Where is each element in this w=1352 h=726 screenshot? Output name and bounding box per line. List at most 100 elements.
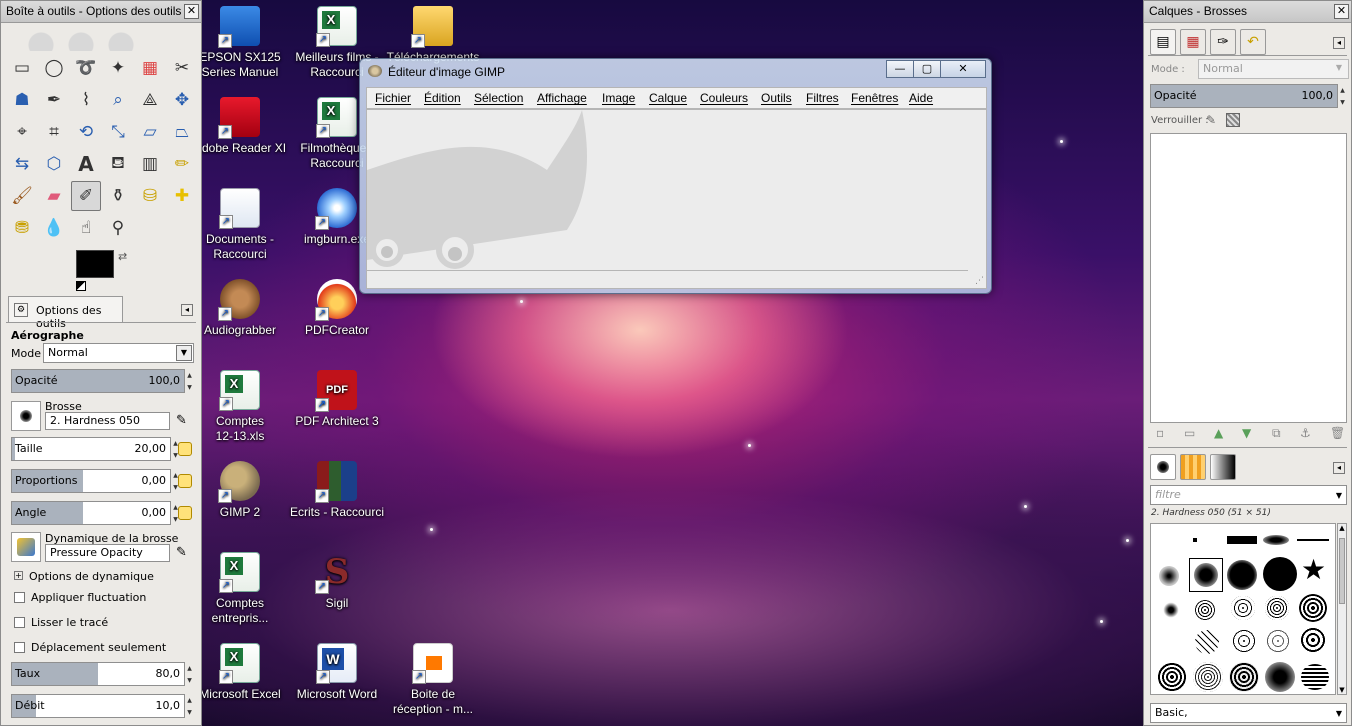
scroll-up-icon[interactable]: ▲ <box>1338 524 1346 532</box>
new-layer-icon[interactable]: ▫ <box>1156 426 1164 440</box>
tab-gradients[interactable] <box>1210 454 1236 480</box>
delete-layer-icon[interactable]: 🗑 <box>1330 426 1345 440</box>
text-icon[interactable]: A <box>71 149 101 179</box>
angle-slider[interactable]: Angle 0,00 ▲ ▼ <box>11 501 178 525</box>
ellipse-select-icon[interactable]: ◯ <box>39 53 69 83</box>
desktop-icon[interactable]: ↗ Téléchargements <box>385 6 481 65</box>
menu-item[interactable]: Image <box>602 91 635 105</box>
menu-item[interactable]: Affichage <box>537 91 587 105</box>
dynamics-preview[interactable] <box>11 532 41 562</box>
smudge-icon[interactable]: ☝ <box>71 213 101 243</box>
tab-layers[interactable]: ▤ <box>1150 29 1176 55</box>
desktop-icon[interactable]: ↗ Comptes entrepris... <box>192 552 288 626</box>
edit-brush-icon[interactable]: ✎ <box>176 413 187 428</box>
raise-layer-icon[interactable]: ▲ <box>1214 426 1223 440</box>
tab-patterns[interactable] <box>1180 454 1206 480</box>
desktop-icon[interactable]: ↗ Microsoft Excel <box>192 643 288 702</box>
zoom-icon[interactable]: ⌕ <box>103 85 133 115</box>
lock-pixels-icon[interactable]: ✎ <box>1206 113 1216 127</box>
heal-icon[interactable]: ✚ <box>167 181 197 211</box>
desktop-icon[interactable]: ↗ Boite de réception - m... <box>385 643 481 717</box>
dynamics-name-field[interactable]: Pressure Opacity <box>45 544 170 562</box>
maximize-button[interactable]: ▢ <box>913 60 941 78</box>
rate-slider[interactable]: Taux 80,0 ▲ ▼ <box>11 662 192 686</box>
menu-item[interactable]: Fichier <box>375 91 411 105</box>
layer-opacity-slider[interactable]: Opacité 100,0 ▲ ▼ <box>1150 84 1345 108</box>
jitter-checkbox[interactable] <box>14 592 25 603</box>
scroll-down-icon[interactable]: ▼ <box>1338 686 1346 694</box>
resize-grip-icon[interactable]: ⋰ <box>975 276 984 286</box>
rect-select-icon[interactable]: ▭ <box>7 53 37 83</box>
reset-ratio-icon[interactable] <box>178 474 192 488</box>
desktop-icon[interactable]: ↗ Documents - Raccourci <box>192 188 288 262</box>
gradient-icon[interactable]: ▥ <box>135 149 165 179</box>
layers-title-bar[interactable]: Calques - Brosses ✕ <box>1144 1 1351 23</box>
perspective-icon[interactable]: ⏢ <box>167 117 197 147</box>
rotate-icon[interactable]: ⟲ <box>71 117 101 147</box>
desktop-icon[interactable]: PDF ↗ PDF Architect 3 <box>289 370 385 429</box>
menu-item[interactable]: Calque <box>649 91 687 105</box>
flow-slider[interactable]: Débit 10,0 ▲ ▼ <box>11 694 192 718</box>
anchor-layer-icon[interactable]: ⚓ <box>1300 426 1311 440</box>
scissors-icon[interactable]: ✂ <box>167 53 197 83</box>
menu-item[interactable]: Couleurs <box>700 91 748 105</box>
default-colors-icon[interactable] <box>76 281 86 291</box>
eraser-icon[interactable]: ▰ <box>39 181 69 211</box>
size-slider[interactable]: Taille 20,00 ▲ ▼ <box>11 437 178 461</box>
tab-undo-history[interactable]: ↶ <box>1240 29 1266 55</box>
gimp-empty-canvas[interactable]: ⋰ <box>366 109 987 289</box>
new-group-icon[interactable]: ▭ <box>1184 426 1195 440</box>
lasso-icon[interactable]: ➰ <box>71 53 101 83</box>
chevron-down-icon[interactable]: ▼ <box>1336 487 1342 505</box>
tab-channels[interactable]: ▦ <box>1180 29 1206 55</box>
layer-opacity-spinner[interactable]: ▲ ▼ <box>1338 85 1347 109</box>
reset-size-icon[interactable] <box>178 442 192 456</box>
desktop-icon[interactable]: ↗ Audiograbber <box>192 279 288 338</box>
foreground-select-icon[interactable]: ☗ <box>7 85 37 115</box>
menu-item[interactable]: Aide <box>909 91 933 105</box>
brush-scrollbar[interactable]: ▲ ▼ <box>1337 523 1347 695</box>
dodge-burn-icon[interactable]: ⚲ <box>103 213 133 243</box>
brush-set-select[interactable]: Basic, ▼ <box>1150 703 1347 723</box>
ink-icon[interactable]: ⚱ <box>103 181 133 211</box>
flow-spinner[interactable]: ▲ ▼ <box>185 695 194 719</box>
opacity-spinner[interactable]: ▲ ▼ <box>185 370 194 394</box>
lock-alpha-icon[interactable] <box>1226 113 1240 127</box>
configure-tab-icon[interactable]: ◂ <box>181 304 193 316</box>
ratio-slider[interactable]: Proportions 0,00 ▲ ▼ <box>11 469 178 493</box>
smooth-checkbox[interactable] <box>14 617 25 628</box>
menu-item[interactable]: Édition <box>424 91 461 105</box>
magic-wand-icon[interactable]: ✦ <box>103 53 133 83</box>
desktop-icon[interactable]: ↗ Comptes 12-13.xls <box>192 370 288 444</box>
close-icon[interactable]: ✕ <box>184 4 199 19</box>
tab-brushes[interactable] <box>1150 454 1176 480</box>
pencil-icon[interactable]: ✏ <box>167 149 197 179</box>
close-button[interactable]: ✕ <box>940 60 986 78</box>
brush-grid[interactable]: ★ <box>1150 523 1336 695</box>
rate-spinner[interactable]: ▲ ▼ <box>185 663 194 687</box>
desktop-icon[interactable]: ↗ Ecrits - Raccourci <box>289 461 385 520</box>
dynamics-options-expander[interactable]: Options de dynamique <box>29 570 154 583</box>
layers-list[interactable] <box>1150 133 1347 423</box>
tab-tool-options[interactable]: ⚙ Options des outils <box>8 296 123 330</box>
cage-icon[interactable]: ⬡ <box>39 149 69 179</box>
blur-icon[interactable]: 💧 <box>39 213 69 243</box>
crop-icon[interactable]: ⌗ <box>39 117 69 147</box>
select-by-color-icon[interactable]: ▦ <box>135 53 165 83</box>
brush-filter-input[interactable]: filtre ▼ <box>1150 485 1347 505</box>
paths-icon[interactable]: ✒ <box>39 85 69 115</box>
expand-icon[interactable]: + <box>14 571 23 580</box>
menu-item[interactable]: Sélection <box>474 91 523 105</box>
desktop-icon[interactable]: ↗ GIMP 2 <box>192 461 288 520</box>
measure-icon[interactable]: ⟁ <box>135 85 165 115</box>
minimize-button[interactable]: — <box>886 60 914 78</box>
move-icon[interactable]: ✥ <box>167 85 197 115</box>
swap-colors-icon[interactable]: ⇄ <box>118 250 127 263</box>
edit-dynamics-icon[interactable]: ✎ <box>176 545 187 560</box>
paintbrush-icon[interactable]: 🖌 <box>7 181 37 211</box>
menu-item[interactable]: Outils <box>761 91 792 105</box>
desktop-icon[interactable]: ↗ Adobe Reader XI <box>192 97 288 156</box>
clone-icon[interactable]: ⛁ <box>135 181 165 211</box>
duplicate-layer-icon[interactable]: ⧉ <box>1272 426 1281 441</box>
color-picker-icon[interactable]: ⌇ <box>71 85 101 115</box>
